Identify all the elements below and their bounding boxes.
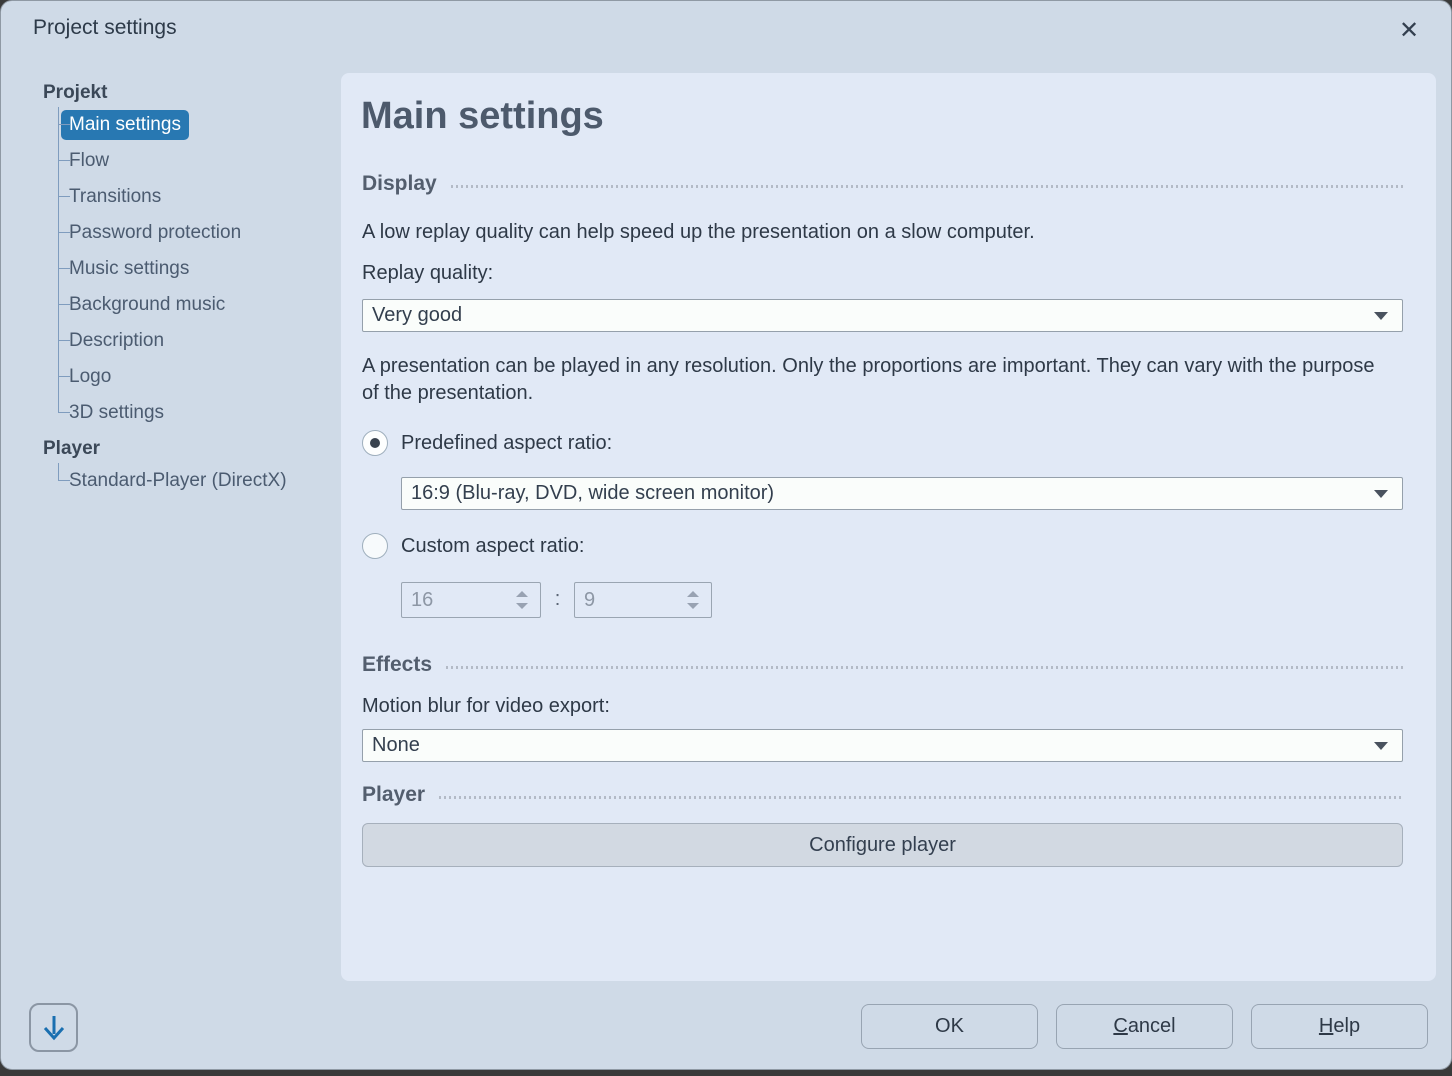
down-arrow-icon (39, 1012, 69, 1044)
sidebar-group-label-player: Player (43, 435, 343, 463)
selected-value: None (372, 734, 1366, 757)
project-settings-dialog: Project settings ✕ Projekt Main settings F… (0, 0, 1452, 1070)
sidebar-item-label: Flow (69, 150, 109, 172)
radio-label: Predefined aspect ratio: (401, 432, 612, 455)
radio-label: Custom aspect ratio: (401, 535, 584, 558)
sidebar-item-main-settings[interactable]: Main settings (43, 107, 343, 143)
sidebar-item-label: Standard-Player (DirectX) (69, 470, 287, 492)
selected-value: Very good (372, 304, 1366, 327)
sidebar-item-password-protection[interactable]: Password protection (43, 215, 343, 251)
section-effects: Effects (362, 651, 1403, 679)
resolution-hint: A presentation can be played in any reso… (362, 353, 1382, 407)
ratio-separator: : (541, 582, 574, 618)
sidebar-item-flow[interactable]: Flow (43, 143, 343, 179)
sidebar-item-3d-settings[interactable]: 3D settings (43, 395, 343, 431)
sidebar-item-label: Transitions (69, 186, 161, 208)
sidebar-item-label: Background music (69, 294, 225, 316)
spin-up-icon[interactable] (516, 591, 528, 597)
spin-down-icon[interactable] (687, 603, 699, 609)
aspect-ratio-select[interactable]: 16:9 (Blu-ray, DVD, wide screen monitor) (401, 477, 1403, 510)
aspect-width-value: 16 (411, 589, 433, 612)
spin-down-icon[interactable] (516, 603, 528, 609)
sidebar-item-label: Logo (69, 366, 111, 388)
sidebar-item-standard-player-directx[interactable]: Standard-Player (DirectX) (43, 463, 343, 499)
sidebar-item-label: Description (69, 330, 164, 352)
sidebar-item-music-settings[interactable]: Music settings (43, 251, 343, 287)
sidebar-tree: Projekt Main settings Flow Transitions Passw… (43, 79, 343, 499)
aspect-height-value: 9 (584, 589, 595, 612)
chevron-down-icon (1374, 312, 1388, 320)
selected-value: 16:9 (Blu-ray, DVD, wide screen monitor) (411, 482, 1366, 505)
settings-panel: Main settings Display A low replay quali… (341, 73, 1436, 981)
section-label: Effects (362, 653, 432, 677)
help-button[interactable]: Help (1251, 1004, 1428, 1049)
replay-quality-hint: A low replay quality can help speed up t… (362, 219, 1035, 246)
motion-blur-label: Motion blur for video export: (362, 693, 610, 720)
replay-quality-label: Replay quality: (362, 260, 493, 287)
sidebar-item-label: Password protection (69, 222, 241, 244)
sidebar-item-background-music[interactable]: Background music (43, 287, 343, 323)
sidebar-item-description[interactable]: Description (43, 323, 343, 359)
ok-button[interactable]: OK (861, 1004, 1038, 1049)
sidebar-item-logo[interactable]: Logo (43, 359, 343, 395)
custom-aspect-radio[interactable]: Custom aspect ratio: (362, 532, 584, 560)
close-button[interactable]: ✕ (1391, 13, 1427, 49)
dotted-rule (446, 666, 1403, 669)
page-title: Main settings (361, 95, 604, 138)
chevron-down-icon (1374, 742, 1388, 750)
section-player: Player (362, 781, 1403, 809)
close-icon: ✕ (1399, 17, 1419, 44)
spin-up-icon[interactable] (687, 591, 699, 597)
dotted-rule (451, 185, 1403, 188)
sidebar-item-transitions[interactable]: Transitions (43, 179, 343, 215)
expand-dialog-button[interactable] (29, 1003, 78, 1052)
aspect-width-input[interactable]: 16 (401, 582, 541, 618)
predefined-aspect-radio[interactable]: Predefined aspect ratio: (362, 429, 612, 457)
section-label: Display (362, 172, 437, 196)
section-display: Display (362, 170, 1403, 198)
replay-quality-select[interactable]: Very good (362, 299, 1403, 332)
chevron-down-icon (1374, 490, 1388, 498)
configure-player-button[interactable]: Configure player (362, 823, 1403, 867)
motion-blur-select[interactable]: None (362, 729, 1403, 762)
section-label: Player (362, 783, 425, 807)
sidebar-group-label-projekt: Projekt (43, 79, 343, 107)
dotted-rule (439, 796, 1403, 799)
window-title: Project settings (33, 16, 177, 40)
cancel-button[interactable]: Cancel (1056, 1004, 1233, 1049)
radio-button-icon (362, 533, 388, 559)
sidebar-item-label: Music settings (69, 258, 189, 280)
sidebar-item-label: 3D settings (69, 402, 164, 424)
aspect-height-input[interactable]: 9 (574, 582, 712, 618)
sidebar-item-label: Main settings (61, 110, 189, 140)
radio-button-icon (362, 430, 388, 456)
